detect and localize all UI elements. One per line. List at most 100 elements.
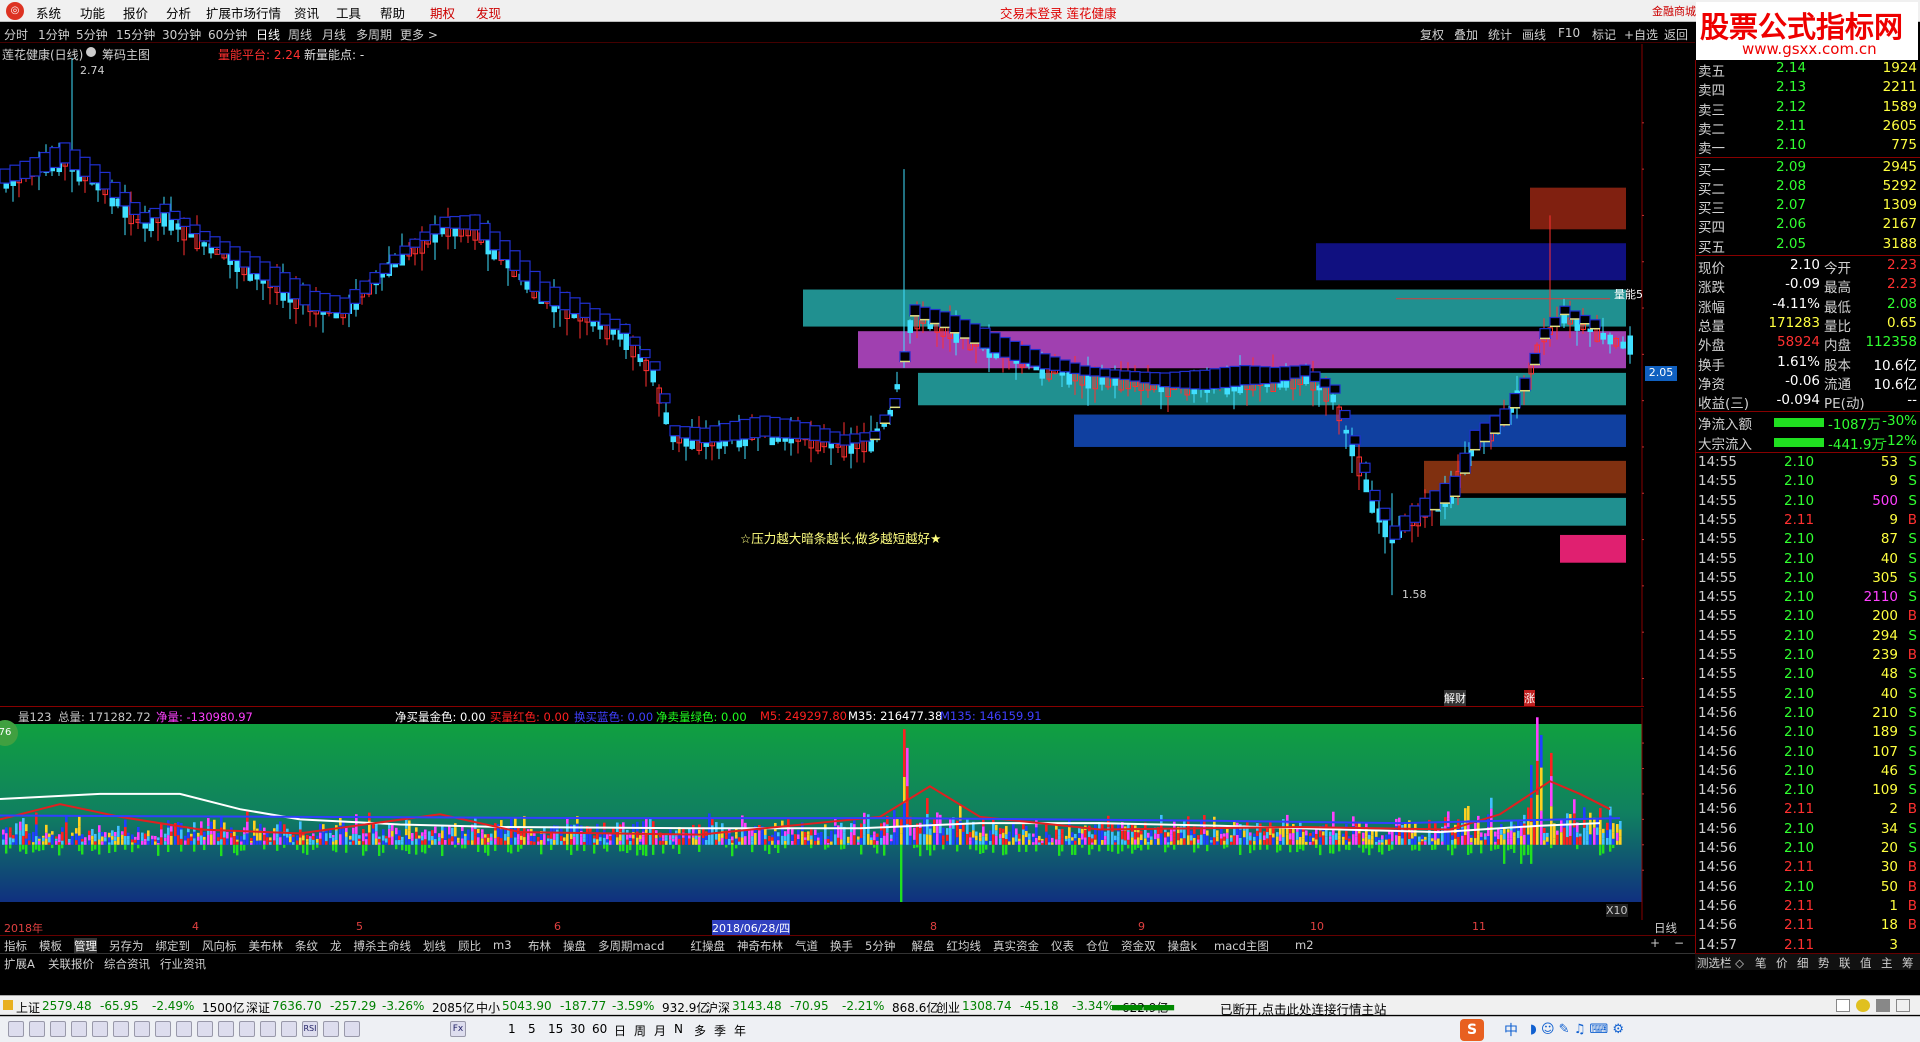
tab-indicator[interactable]: 换手: [830, 938, 853, 954]
lock-icon[interactable]: [1876, 999, 1890, 1012]
f6-icon[interactable]: [260, 1021, 276, 1037]
window-icon[interactable]: [1836, 999, 1850, 1012]
stat-row[interactable]: 收益(三) -0.094 PE(动) --: [1696, 392, 1920, 412]
kline-chart[interactable]: 2.602.502.402.302.202.102.001.901.801.70…: [0, 44, 1644, 707]
kline-panel[interactable]: 2.602.502.402.302.202.102.001.901.801.70…: [0, 44, 1677, 707]
menu-ext-market[interactable]: 扩展市场行情: [206, 3, 281, 22]
indicator-name[interactable]: 筹码主图: [102, 46, 150, 63]
f3-icon[interactable]: [197, 1021, 213, 1037]
tick-row[interactable]: 14:56 2.10 109 S: [1696, 782, 1920, 801]
chart-icon[interactable]: [134, 1021, 150, 1037]
tool-mark[interactable]: 标记: [1592, 26, 1616, 43]
stat-row[interactable]: 换手 1.61% 股本 10.6亿: [1696, 354, 1920, 374]
tab-indicator[interactable]: 指标: [4, 938, 27, 954]
tool-draw[interactable]: 画线: [1522, 26, 1546, 43]
tab-indicator[interactable]: 风向标: [202, 938, 237, 954]
axis-period-label[interactable]: 日线: [1654, 920, 1677, 936]
tool-f10[interactable]: F10: [1558, 26, 1580, 40]
toolbar-period[interactable]: 周: [634, 1022, 646, 1039]
stat-row[interactable]: 总量 171283 量比 0.65: [1696, 315, 1920, 335]
tick-row[interactable]: 14:56 2.10 20 S: [1696, 840, 1920, 859]
period-week[interactable]: 周线: [288, 26, 312, 43]
f5-icon[interactable]: [239, 1021, 255, 1037]
tick-row[interactable]: 14:55 2.10 48 S: [1696, 666, 1920, 685]
tab-indicator[interactable]: 模板: [39, 938, 62, 954]
tick-row[interactable]: 14:55 2.10 294 S: [1696, 628, 1920, 647]
tick-row[interactable]: 14:55 2.10 40 S: [1696, 686, 1920, 705]
tick-row[interactable]: 14:56 2.10 46 S: [1696, 763, 1920, 782]
left-icon[interactable]: [71, 1021, 87, 1037]
grid-icon[interactable]: [92, 1021, 108, 1037]
pencil-icon[interactable]: [344, 1021, 360, 1037]
grid-icon[interactable]: [1896, 999, 1910, 1012]
toolbar-period[interactable]: 日: [614, 1022, 626, 1039]
tab-indicator[interactable]: 仓位: [1086, 938, 1109, 954]
index-name[interactable]: 中小: [476, 999, 500, 1016]
tick-row[interactable]: 14:56 2.11 1 B: [1696, 898, 1920, 917]
tab-indicator[interactable]: 条纹: [295, 938, 318, 954]
stat-row[interactable]: 涨幅 -4.11% 最低 2.08: [1696, 296, 1920, 316]
period-15m[interactable]: 15分钟: [116, 26, 155, 43]
plus-icon[interactable]: +: [1650, 936, 1660, 950]
toolbar-period[interactable]: 15: [548, 1022, 563, 1036]
tick-row[interactable]: 14:55 2.10 40 S: [1696, 551, 1920, 570]
stat-row[interactable]: 涨跌 -0.09 最高 2.23: [1696, 276, 1920, 296]
period-60m[interactable]: 60分钟: [208, 26, 247, 43]
minus-icon[interactable]: −: [1674, 936, 1684, 950]
tab-indicator[interactable]: 神奇布林: [737, 938, 783, 954]
ime-tools-icon[interactable]: ◗ ☺ ✎ ♫ ⌨ ⚙: [1530, 1022, 1624, 1037]
bid-row[interactable]: 买五 2.05 3188: [1696, 236, 1920, 256]
tab-indicator[interactable]: 资金双: [1121, 938, 1156, 954]
index-name[interactable]: 深证: [246, 999, 270, 1016]
tab-indicator[interactable]: 仪表: [1051, 938, 1074, 954]
ask-row[interactable]: 卖四 2.13 2211: [1696, 79, 1920, 99]
tab-indicator[interactable]: 操盘: [563, 938, 586, 954]
quote-tab[interactable]: 筹: [1902, 955, 1914, 971]
tick-row[interactable]: 14:55 2.10 305 S: [1696, 570, 1920, 589]
tick-row[interactable]: 14:56 2.11 2 B: [1696, 801, 1920, 820]
stat-row[interactable]: 外盘 58924 内盘 112358: [1696, 334, 1920, 354]
menu-help[interactable]: 帮助: [380, 3, 405, 22]
ask-row[interactable]: 卖三 2.12 1589: [1696, 99, 1920, 119]
coin-icon[interactable]: [1856, 999, 1870, 1012]
tick-row[interactable]: 14:56 2.10 34 S: [1696, 821, 1920, 840]
tick-row[interactable]: 14:55 2.11 9 B: [1696, 512, 1920, 531]
tab-indicator[interactable]: 划线: [423, 938, 446, 954]
tab-indicator[interactable]: 管理: [74, 938, 97, 954]
ask-row[interactable]: 卖二 2.11 2605: [1696, 118, 1920, 138]
f1-icon[interactable]: [155, 1021, 171, 1037]
quote-tab[interactable]: 联: [1839, 955, 1851, 971]
tick-row[interactable]: 14:56 2.11 30 B: [1696, 859, 1920, 878]
toolbar-period[interactable]: 1: [508, 1022, 516, 1036]
menu-tools[interactable]: 工具: [336, 3, 361, 22]
period-more[interactable]: 更多 >: [400, 26, 438, 43]
menu-info[interactable]: 资讯: [294, 3, 319, 22]
tick-row[interactable]: 14:56 2.10 210 S: [1696, 705, 1920, 724]
tab-indicator[interactable]: 红均线: [947, 938, 982, 954]
volume-chart[interactable]: 800006000040000200000-20000: [0, 708, 1644, 920]
index-name[interactable]: 创业: [936, 999, 960, 1016]
tab-indicator[interactable]: 另存为: [109, 938, 144, 954]
tab-indicator[interactable]: 顾比: [458, 938, 481, 954]
tick-row[interactable]: 14:55 2.10 2110 S: [1696, 589, 1920, 608]
toolbar-period[interactable]: N: [674, 1022, 683, 1036]
period-tick[interactable]: 分时: [4, 26, 28, 43]
period-5m[interactable]: 5分钟: [76, 26, 108, 43]
tab-indicator[interactable]: macd主图: [1214, 938, 1269, 954]
shop-link[interactable]: 金融商城: [1652, 3, 1696, 19]
toolbar-period[interactable]: 30: [570, 1022, 585, 1036]
crosshair-icon[interactable]: [323, 1021, 339, 1037]
formula-icon[interactable]: Fx: [450, 1021, 466, 1037]
quote-tab[interactable]: 价: [1776, 955, 1788, 971]
tab-indicator[interactable]: 真实资金: [993, 938, 1039, 954]
tab-indicator[interactable]: 绑定到: [156, 938, 191, 954]
home-icon[interactable]: [8, 1021, 24, 1037]
f2-icon[interactable]: [176, 1021, 192, 1037]
tab-indicator[interactable]: 操盘k: [1168, 938, 1198, 954]
flow-row[interactable]: 净流入额 -1087万 -30%: [1696, 413, 1920, 433]
quote-tab[interactable]: 值: [1860, 955, 1872, 971]
tab-indicator[interactable]: m3: [493, 938, 512, 952]
ime-mode[interactable]: 中: [1504, 1020, 1518, 1040]
index-name[interactable]: 沪深: [706, 999, 730, 1016]
period-30m[interactable]: 30分钟: [162, 26, 201, 43]
